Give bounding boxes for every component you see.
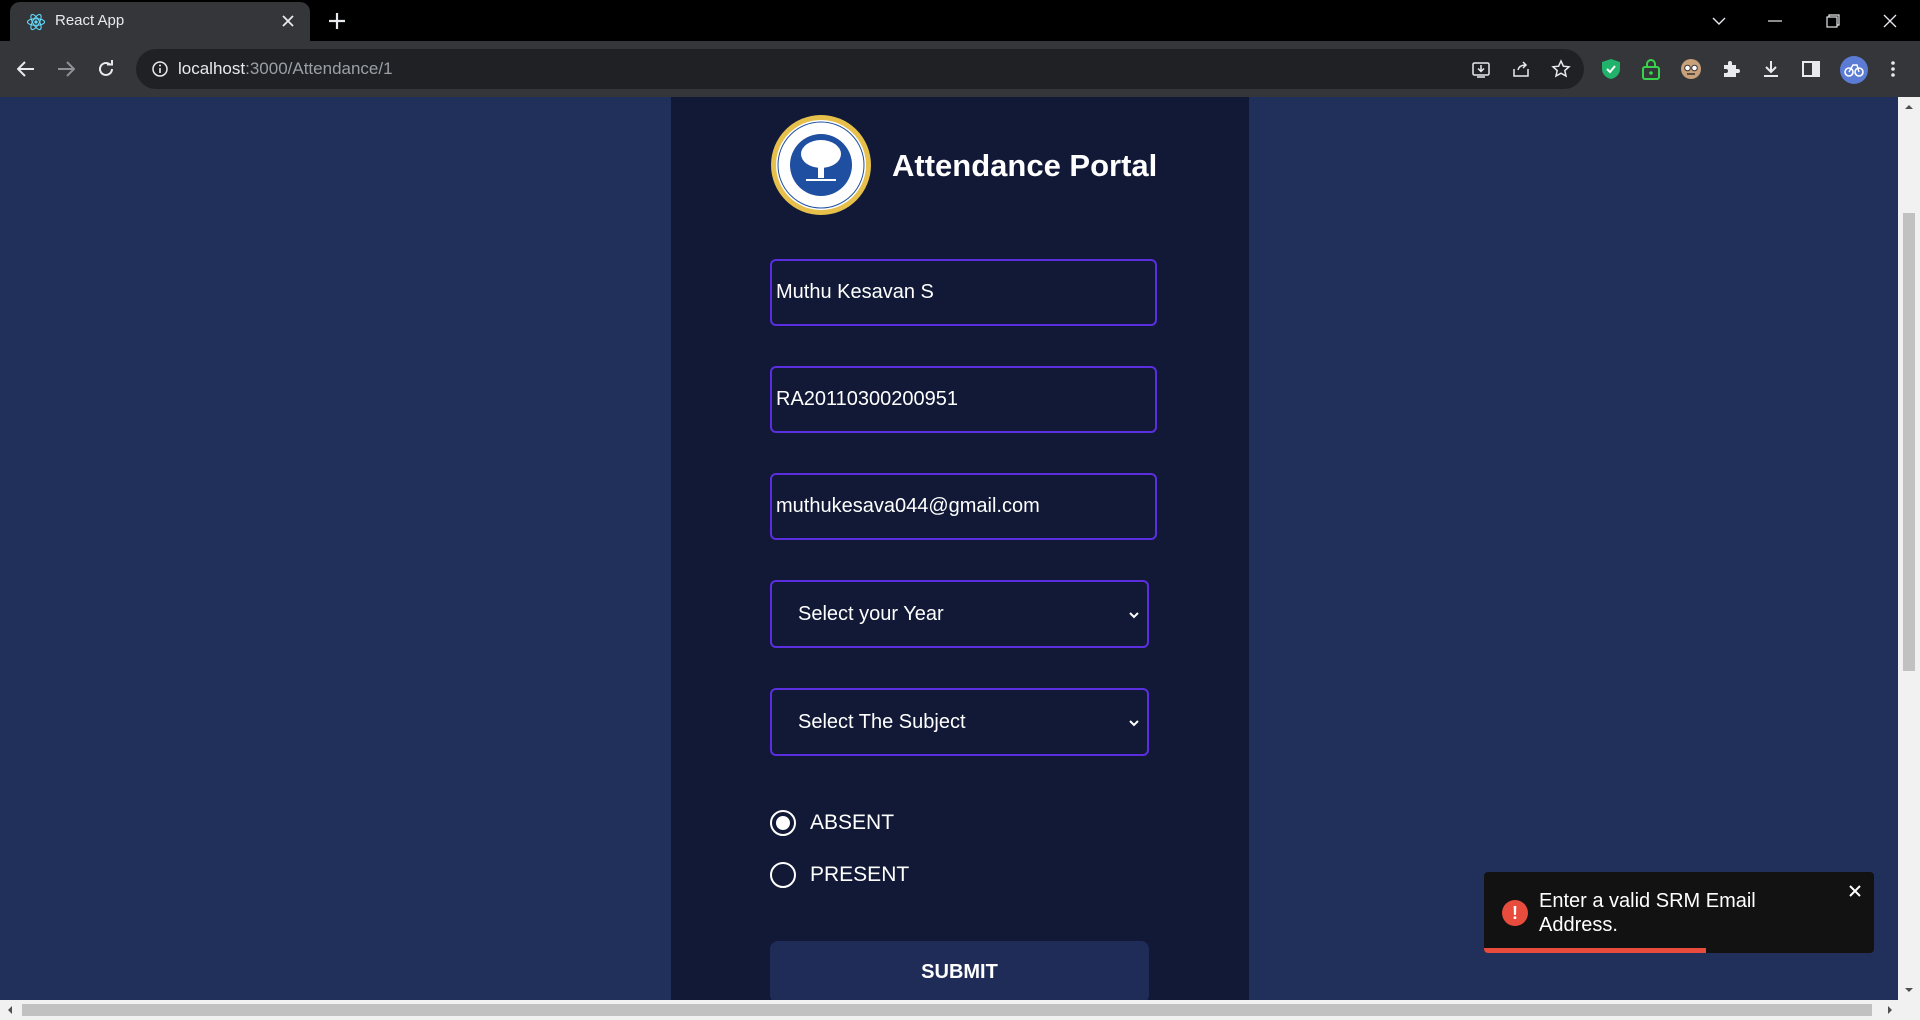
tab-react-app[interactable]: React App (10, 2, 310, 41)
address-bar[interactable]: localhost:3000/Attendance/1 (136, 49, 1584, 89)
url-host: localhost (178, 59, 246, 78)
side-panel-icon[interactable] (1798, 56, 1824, 82)
tab-title: React App (55, 12, 125, 29)
scroll-up-arrow-icon[interactable] (1903, 101, 1915, 113)
error-icon: ! (1502, 900, 1528, 926)
subject-select-value: Select The Subject (798, 711, 966, 733)
radio-checked-dot (776, 816, 790, 830)
vertical-scroll-thumb[interactable] (1903, 213, 1915, 671)
subject-select[interactable]: Select The Subject (770, 688, 1149, 756)
new-tab-plus-icon[interactable] (326, 10, 348, 32)
horizontal-scroll-thumb[interactable] (22, 1004, 1872, 1016)
share-icon[interactable] (1510, 58, 1532, 80)
scroll-down-arrow-icon[interactable] (1903, 984, 1915, 996)
error-toast: ! Enter a valid SRM Email Address. (1484, 872, 1874, 953)
radio-absent-circle[interactable] (770, 810, 796, 836)
back-arrow-icon[interactable] (12, 55, 40, 83)
form-panel (671, 97, 1249, 1000)
tab-search-chevron-icon[interactable] (1706, 8, 1732, 34)
page-viewport (0, 97, 1898, 1000)
submit-button[interactable]: SUBMIT (770, 941, 1149, 1003)
radio-absent-label: ABSENT (810, 811, 895, 834)
lock-extension-icon[interactable] (1638, 56, 1664, 82)
close-window-icon[interactable] (1877, 8, 1903, 34)
radio-present[interactable]: PRESENT (770, 860, 909, 890)
page-title: Attendance Portal (892, 148, 1158, 183)
shield-extension-icon[interactable] (1598, 56, 1624, 82)
horizontal-scrollbar[interactable] (0, 1000, 1920, 1020)
year-select-value: Select your Year (798, 603, 944, 625)
restore-icon[interactable] (1820, 8, 1846, 34)
reload-icon[interactable] (92, 55, 120, 83)
kebab-menu-icon[interactable] (1880, 56, 1906, 82)
radio-absent[interactable]: ABSENT (770, 808, 894, 838)
tab-strip: React App (0, 0, 1920, 41)
radio-present-label: PRESENT (810, 863, 910, 886)
university-seal-icon (771, 115, 871, 215)
bookmark-star-icon[interactable] (1550, 58, 1572, 80)
face-extension-icon[interactable] (1678, 56, 1704, 82)
forward-arrow-icon[interactable] (52, 55, 80, 83)
email-field[interactable] (770, 473, 1157, 540)
downloads-icon[interactable] (1758, 56, 1784, 82)
minimize-icon[interactable] (1762, 8, 1788, 34)
radio-present-circle[interactable] (770, 862, 796, 888)
chevron-down-icon (1129, 612, 1139, 619)
toast-close-icon[interactable] (1846, 882, 1864, 900)
chevron-down-icon (1129, 720, 1139, 727)
scroll-left-arrow-icon[interactable] (4, 1004, 16, 1016)
puzzle-extensions-icon[interactable] (1718, 56, 1744, 82)
register-number-field[interactable] (770, 366, 1157, 433)
vertical-scrollbar[interactable] (1898, 97, 1920, 1000)
install-app-icon[interactable] (1470, 58, 1492, 80)
year-select[interactable]: Select your Year (770, 580, 1149, 648)
tab-close-icon[interactable] (278, 11, 298, 31)
toast-message: Enter a valid SRM Email Address. (1539, 890, 1756, 936)
url-text[interactable]: localhost:3000/Attendance/1 (178, 59, 393, 79)
name-field[interactable] (770, 259, 1157, 326)
browser-toolbar: localhost:3000/Attendance/1 (0, 41, 1920, 97)
toast-progress-bar (1484, 948, 1707, 953)
profile-avatar[interactable] (1840, 56, 1868, 84)
site-info-icon[interactable] (150, 59, 170, 79)
react-icon (26, 13, 46, 31)
url-path: :3000/Attendance/1 (245, 59, 393, 78)
scroll-right-arrow-icon[interactable] (1884, 1004, 1896, 1016)
